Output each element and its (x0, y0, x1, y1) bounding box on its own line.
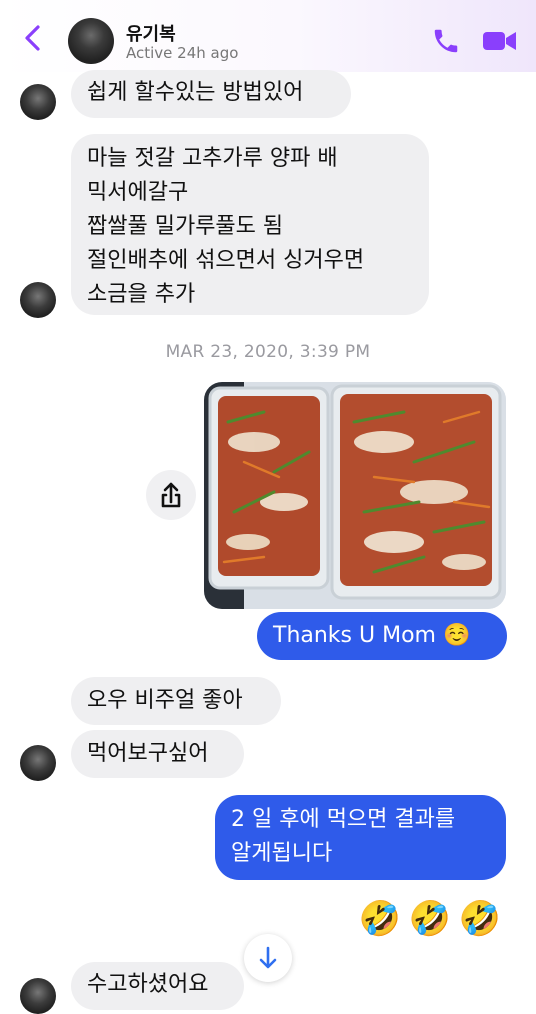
sender-avatar[interactable] (20, 282, 56, 318)
arrow-down-icon (259, 946, 277, 969)
message-text: 오우 비주얼 좋아 (87, 688, 243, 713)
scroll-to-bottom-button[interactable] (244, 934, 292, 982)
message-bubble[interactable]: 마늘 젓갈 고추가루 양파 배 믹서에갈구 짭쌀풀 밀가루풀도 됨 절인배추에 … (71, 134, 429, 315)
message-bubble[interactable]: 수고하셨어요 (71, 962, 244, 1010)
sender-avatar[interactable] (20, 978, 56, 1014)
contact-avatar[interactable] (68, 18, 114, 64)
message-bubble[interactable]: 쉽게 할수있는 방법있어 (71, 70, 351, 118)
contact-name[interactable]: 유기복 (126, 20, 176, 46)
chat-header: 유기복 Active 24h ago (0, 0, 536, 72)
video-camera-icon[interactable] (482, 28, 518, 54)
message-line: 믹서에갈구 (87, 180, 189, 205)
rofl-emoji[interactable]: 🤣 (408, 898, 452, 940)
message-bubble[interactable]: 오우 비주얼 좋아 (71, 677, 281, 725)
message-line: 2 일 후에 먹으면 결과를 (231, 807, 456, 832)
phone-icon[interactable] (431, 26, 461, 56)
sender-avatar[interactable] (20, 84, 56, 120)
message-text: Thanks U Mom ☺️ (273, 623, 471, 648)
message-bubble[interactable]: 먹어보구싶어 (71, 730, 244, 778)
message-line: 절인배추에 섞으면서 싱거우면 (87, 248, 365, 273)
photo-image (204, 382, 506, 609)
rofl-emoji[interactable]: 🤣 (358, 898, 402, 940)
contact-status: Active 24h ago (126, 44, 239, 62)
message-bubble-outgoing[interactable]: 2 일 후에 먹으면 결과를 알게됩니다 (215, 795, 506, 880)
message-line: 알게됩니다 (231, 841, 333, 866)
message-bubble-outgoing[interactable]: Thanks U Mom ☺️ (257, 612, 507, 660)
kimchi-photo[interactable] (204, 382, 506, 609)
message-line: 소금을 추가 (87, 282, 196, 307)
sender-avatar[interactable] (20, 745, 56, 781)
message-line: 짭쌀풀 밀가루풀도 됨 (87, 214, 284, 239)
message-timestamp: MAR 23, 2020, 3:39 PM (165, 342, 371, 362)
message-text: 쉽게 할수있는 방법있어 (87, 80, 304, 105)
back-chevron-icon[interactable] (22, 24, 44, 52)
rofl-emoji[interactable]: 🤣 (458, 898, 502, 940)
message-line: 마늘 젓갈 고추가루 양파 배 (87, 146, 338, 171)
share-button[interactable] (146, 470, 196, 520)
share-icon (161, 482, 181, 508)
message-text: 수고하셨어요 (87, 972, 209, 997)
message-text: 먹어보구싶어 (87, 741, 209, 766)
